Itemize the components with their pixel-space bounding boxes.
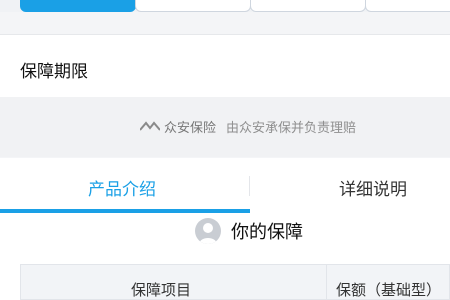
plan-tab-basic[interactable] bbox=[20, 0, 136, 12]
table-header-divider bbox=[326, 265, 327, 299]
insurer-underwrite-text: 由众安承保并负责理赔 bbox=[226, 121, 357, 136]
plan-tab-2[interactable] bbox=[135, 0, 251, 12]
tab-divider bbox=[249, 176, 250, 196]
user-avatar-icon bbox=[195, 218, 221, 244]
active-tab-indicator bbox=[0, 209, 250, 213]
avatar-silhouette-icon bbox=[199, 223, 217, 244]
your-coverage-title: 你的保障 bbox=[231, 222, 303, 243]
coverage-table-header: 保障项目 保额（基础型） bbox=[20, 264, 450, 300]
plan-tab-4[interactable] bbox=[365, 0, 450, 12]
content-tabbar: 产品介绍 详细说明 bbox=[0, 158, 450, 214]
table-header-amount: 保额（基础型） bbox=[336, 281, 442, 299]
tab-detail-description[interactable]: 详细说明 bbox=[339, 175, 407, 200]
coverage-period-row[interactable]: 保障期限 bbox=[0, 34, 450, 98]
your-coverage-header: 你的保障 bbox=[195, 218, 303, 244]
plan-tab-3[interactable] bbox=[250, 0, 366, 12]
insurer-brand: 众安保险 bbox=[164, 120, 217, 136]
tab-product-intro[interactable]: 产品介绍 bbox=[88, 175, 156, 200]
logo-mark-icon bbox=[140, 121, 160, 131]
coverage-period-label: 保障期限 bbox=[20, 62, 88, 82]
plan-tab-strip bbox=[0, 0, 450, 12]
coverage-section: 你的保障 保障项目 保额（基础型） bbox=[0, 214, 450, 300]
table-header-item: 保障项目 bbox=[131, 281, 192, 299]
zhongan-logo-icon: 众安保险 bbox=[140, 117, 217, 136]
insurer-info-row: 众安保险 由众安承保并负责理赔 bbox=[0, 97, 450, 157]
